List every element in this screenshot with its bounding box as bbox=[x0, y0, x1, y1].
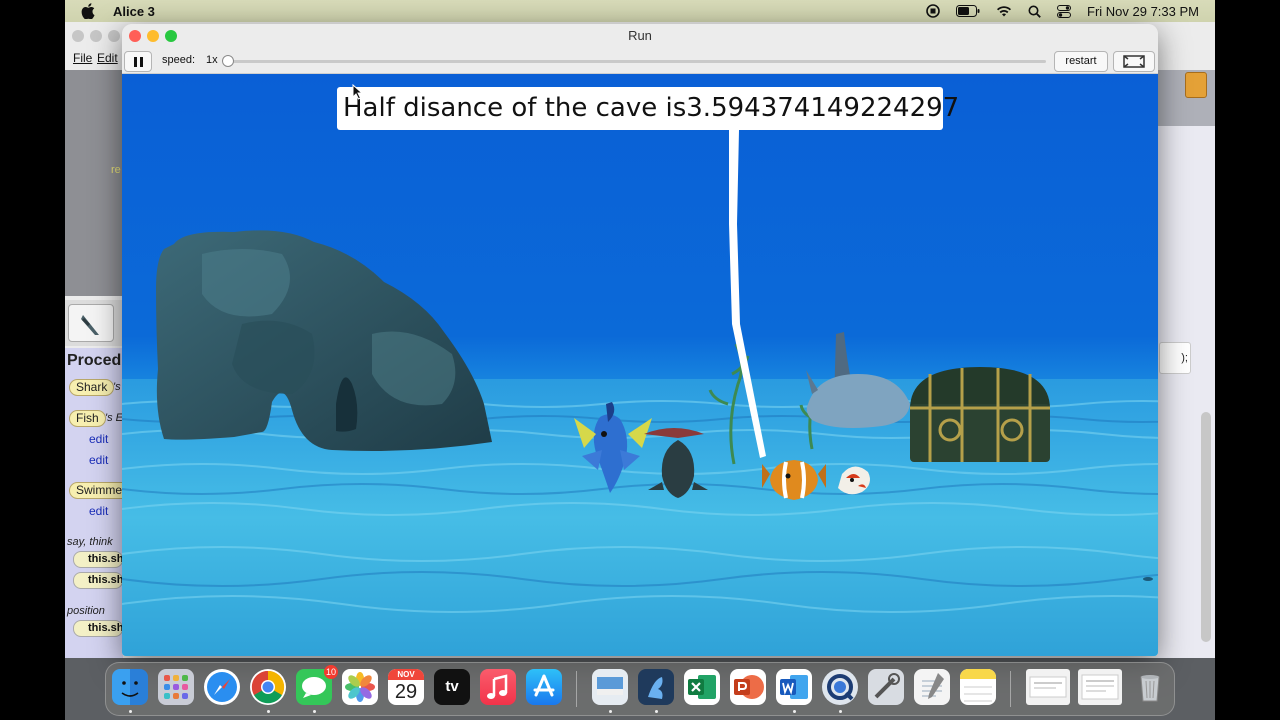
speed-slider-knob[interactable] bbox=[222, 55, 234, 67]
photos-icon[interactable] bbox=[342, 669, 378, 705]
run-toolbar: speed: 1x restart bbox=[122, 48, 1158, 74]
ide-zoom-button[interactable] bbox=[108, 30, 120, 42]
shark-suffix: 's bbox=[113, 381, 121, 393]
shark-thumb-icon bbox=[81, 315, 99, 335]
scene-viewport[interactable]: Half disance of the cave is3.59437414922… bbox=[122, 74, 1158, 656]
textedit-icon[interactable] bbox=[914, 669, 950, 705]
utility-icon[interactable] bbox=[868, 669, 904, 705]
treasure-chest[interactable] bbox=[910, 367, 1050, 462]
position-category: position bbox=[67, 605, 105, 617]
fullscreen-button[interactable] bbox=[1113, 51, 1155, 72]
edit-link-2[interactable]: edit bbox=[89, 453, 108, 467]
music-icon[interactable] bbox=[480, 669, 516, 705]
pause-icon-bar bbox=[140, 57, 143, 67]
document-thumb-icon-2[interactable] bbox=[1078, 669, 1122, 705]
restart-button[interactable]: restart bbox=[1054, 51, 1108, 72]
document-thumb-icon[interactable] bbox=[1026, 669, 1070, 705]
clock[interactable]: Fri Nov 29 7:33 PM bbox=[1087, 4, 1199, 19]
control-center-icon[interactable] bbox=[1057, 4, 1071, 18]
excel-icon[interactable] bbox=[684, 669, 720, 705]
messages-badge: 10 bbox=[324, 665, 338, 679]
alice-icon[interactable] bbox=[638, 669, 674, 705]
fullscreen-icon bbox=[1123, 55, 1145, 68]
wifi-icon[interactable] bbox=[996, 5, 1012, 17]
speech-bubble: Half disance of the cave is3.59437414922… bbox=[337, 87, 959, 130]
say-think-category: say, think bbox=[67, 536, 113, 548]
scene-preview-panel bbox=[65, 70, 123, 296]
position-tile[interactable]: this.sh bbox=[73, 620, 123, 637]
mouse-cursor-icon bbox=[352, 84, 364, 100]
quicktime-icon[interactable] bbox=[822, 669, 858, 705]
fish-pill[interactable]: Fish bbox=[69, 410, 106, 427]
menu-bar: Alice 3 Fri Nov 29 7:33 PM bbox=[65, 0, 1215, 22]
truncated-label: re bbox=[111, 164, 121, 176]
shark-thumbnail[interactable] bbox=[68, 304, 114, 342]
underwater-scene bbox=[122, 74, 1158, 656]
battery-icon[interactable] bbox=[956, 5, 980, 17]
trash-icon[interactable] bbox=[1132, 669, 1168, 705]
menu-file[interactable]: File bbox=[73, 51, 92, 65]
fish-suffix: 's E bbox=[105, 412, 123, 424]
safari-icon[interactable] bbox=[204, 669, 240, 705]
appletv-label: tv bbox=[445, 678, 459, 695]
menu-edit[interactable]: Edit bbox=[97, 51, 118, 65]
screen-record-icon[interactable] bbox=[926, 4, 940, 18]
chrome-icon[interactable] bbox=[250, 669, 286, 705]
speed-value: 1x bbox=[206, 54, 218, 66]
powerpoint-icon[interactable] bbox=[730, 669, 766, 705]
edit-link-3[interactable]: edit bbox=[89, 504, 108, 518]
run-window: Run speed: 1x restart Half disance of th… bbox=[122, 24, 1158, 656]
appstore-icon[interactable] bbox=[526, 669, 562, 705]
apple-logo-icon[interactable] bbox=[81, 3, 95, 19]
calendar-day: 29 bbox=[394, 681, 418, 703]
appletv-icon[interactable]: tv bbox=[434, 669, 470, 705]
pause-icon bbox=[134, 57, 137, 67]
ide-minimize-button[interactable] bbox=[90, 30, 102, 42]
run-window-title: Run bbox=[628, 28, 652, 43]
preview-icon[interactable] bbox=[592, 669, 628, 705]
pause-button[interactable] bbox=[124, 51, 152, 72]
finder-icon[interactable] bbox=[112, 669, 148, 705]
procedures-title: Proced bbox=[67, 352, 122, 369]
word-icon[interactable] bbox=[776, 669, 812, 705]
code-fragment[interactable]: ); bbox=[1159, 342, 1191, 374]
speed-label: speed: bbox=[162, 54, 196, 66]
editor-scrollbar[interactable] bbox=[1201, 412, 1211, 642]
shark-pill[interactable]: Shark bbox=[69, 379, 115, 396]
search-icon[interactable] bbox=[1028, 5, 1041, 18]
calendar-icon[interactable]: NOV 29 bbox=[388, 669, 424, 705]
speed-slider[interactable] bbox=[226, 60, 1046, 63]
app-name-menu[interactable]: Alice 3 bbox=[113, 4, 155, 19]
say-tile[interactable]: this.sh bbox=[73, 551, 123, 568]
notes-icon[interactable] bbox=[960, 669, 996, 705]
launchpad-icon[interactable] bbox=[158, 669, 194, 705]
edit-link-1[interactable]: edit bbox=[89, 432, 108, 446]
clipboard-icon[interactable] bbox=[1185, 72, 1207, 98]
screen: Alice 3 Fri Nov 29 7:33 PM File Edit re … bbox=[65, 0, 1215, 720]
ide-close-button[interactable] bbox=[72, 30, 84, 42]
think-tile[interactable]: this.sh bbox=[73, 572, 123, 589]
dock: 10 NOV 29 tv bbox=[105, 662, 1175, 716]
calendar-month: NOV bbox=[388, 669, 424, 680]
status-area: Fri Nov 29 7:33 PM bbox=[926, 0, 1199, 22]
